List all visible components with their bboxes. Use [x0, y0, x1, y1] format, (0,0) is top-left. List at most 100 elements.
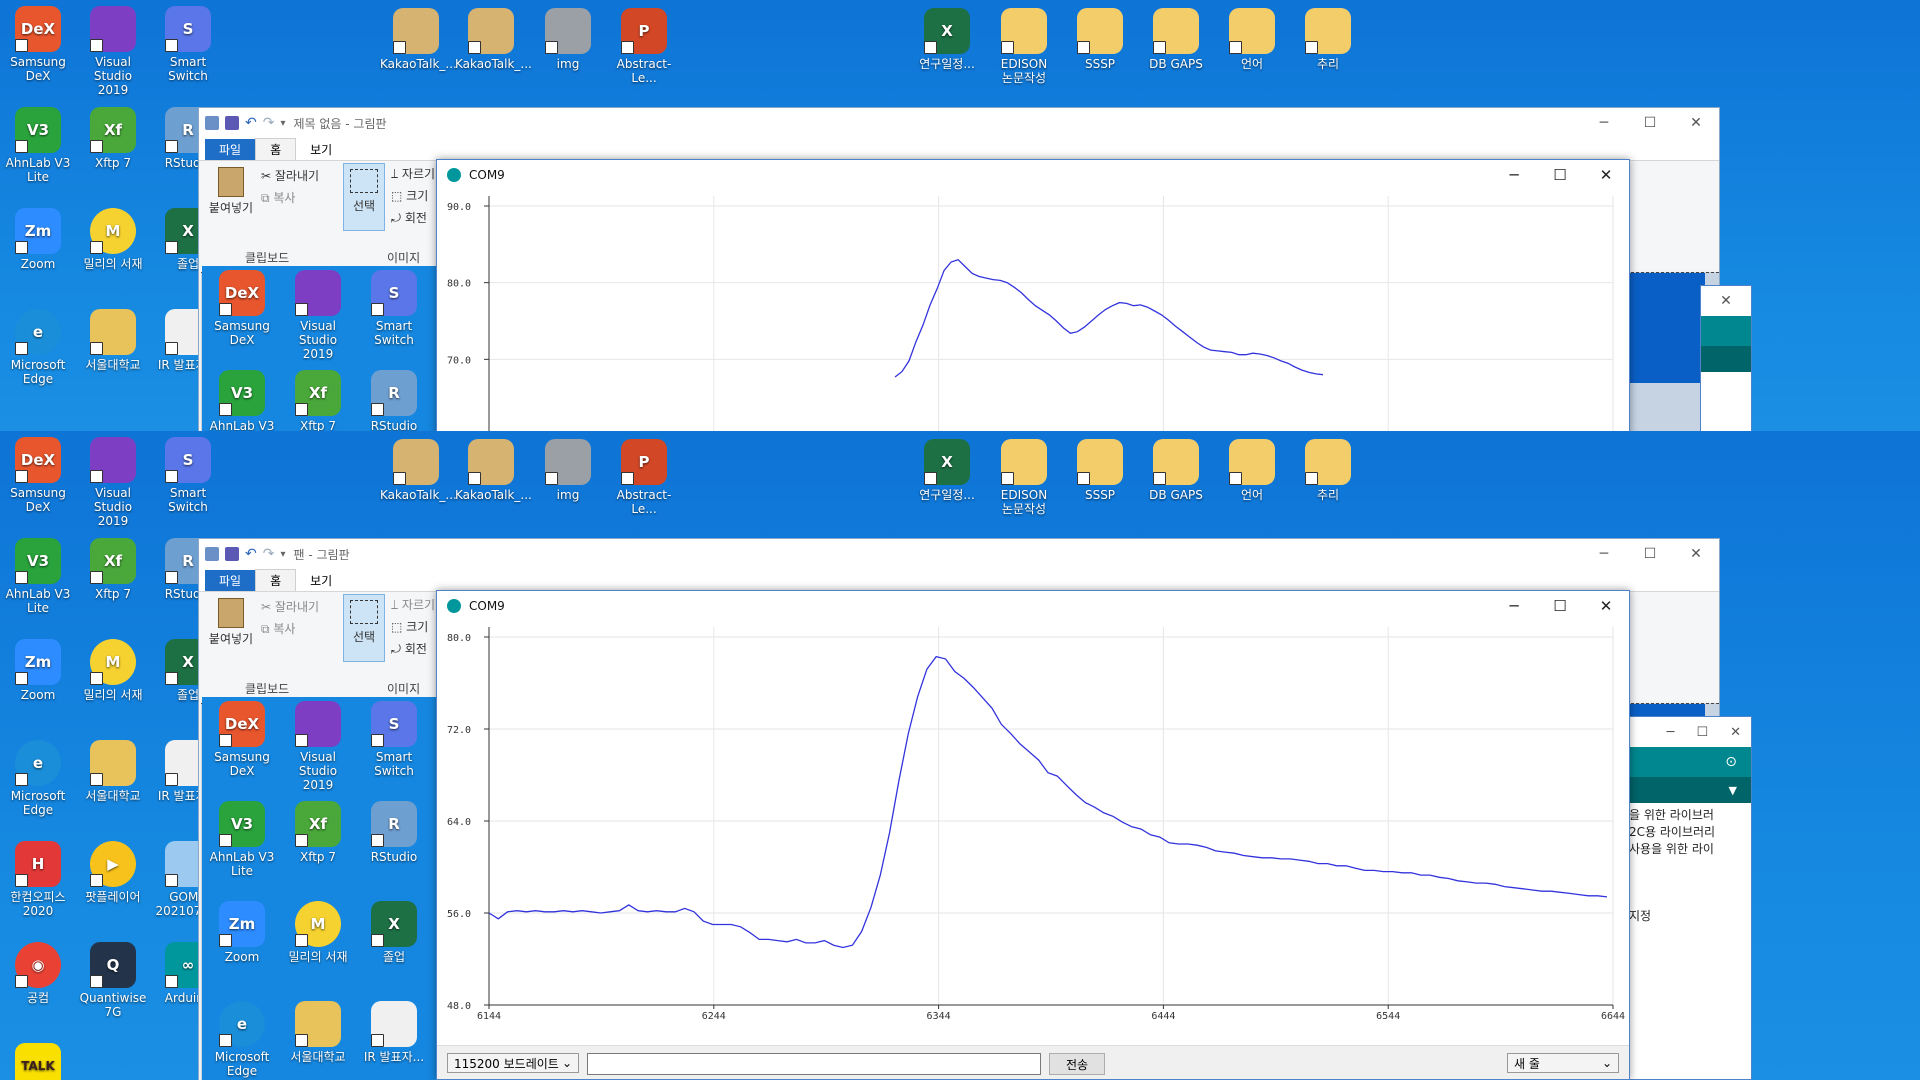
paste-button[interactable]: 붙여넣기	[207, 165, 255, 216]
desktop-icon[interactable]: 추리	[1292, 8, 1364, 71]
desktop-icon[interactable]: 추리	[1292, 439, 1364, 502]
desktop-icon[interactable]: DeX Samsung DeX	[2, 6, 74, 83]
crop-button[interactable]: ⟘ 자르기	[391, 596, 435, 613]
minimize-button[interactable]: ─	[1581, 108, 1627, 138]
resize-button[interactable]: ⬚ 크기	[391, 618, 428, 635]
undo-icon[interactable]: ↶	[245, 546, 257, 562]
copy-button[interactable]: ⧉ 복사	[261, 620, 295, 637]
desktop-icon[interactable]: R RStudio	[358, 370, 430, 431]
desktop-icon[interactable]: DeX Samsung DeX	[206, 270, 278, 347]
minimize-button[interactable]: ─	[1491, 160, 1537, 190]
rotate-button[interactable]: ⤾ 회전	[391, 640, 427, 657]
maximize-button[interactable]: ☐	[1627, 539, 1673, 569]
desktop-icon[interactable]: 서울대학교	[282, 1001, 354, 1064]
desktop-icon[interactable]: P Abstract-Le...	[608, 439, 680, 516]
desktop-icon[interactable]: 서울대학교	[77, 309, 149, 372]
crop-button[interactable]: ⟘ 자르기	[391, 165, 435, 182]
desktop-icon[interactable]: Zm Zoom	[206, 901, 278, 964]
desktop-icon[interactable]: S Smart Switch	[152, 6, 224, 83]
send-button[interactable]: 전송	[1049, 1053, 1105, 1075]
desktop-icon[interactable]: img	[532, 439, 604, 502]
desktop-icon[interactable]: TALKTALK	[2, 1043, 74, 1080]
desktop-icon[interactable]: V3 AhnLab V3 Lite	[2, 538, 74, 615]
quick-access-dropdown-icon[interactable]: ▾	[280, 118, 285, 129]
desktop-icon[interactable]: DB GAPS	[1140, 8, 1212, 71]
desktop-icon[interactable]: KakaoTalk_...	[380, 439, 457, 502]
desktop-icon[interactable]: X 연구일정...	[911, 439, 983, 502]
close-button[interactable]: ✕	[1673, 539, 1719, 569]
quick-access-dropdown-icon[interactable]: ▾	[280, 549, 285, 560]
maximize-button[interactable]: ☐	[1537, 160, 1583, 190]
close-button[interactable]: ✕	[1583, 160, 1629, 190]
desktop-icon[interactable]: KakaoTalk_...	[455, 8, 532, 71]
desktop-icon[interactable]: SSSP	[1064, 439, 1136, 502]
select-button[interactable]: 선택	[343, 163, 385, 231]
line-ending-select[interactable]: 새 줄 ⌄	[1507, 1053, 1619, 1073]
desktop-icon[interactable]: EDISON 논문작성	[988, 439, 1060, 516]
desktop-icon[interactable]: V3 AhnLab V3 Lite	[206, 801, 278, 878]
minimize-button[interactable]: ─	[1667, 725, 1675, 740]
desktop-icon[interactable]: IR 발표자...	[358, 1001, 430, 1064]
tab-home[interactable]: 홈	[255, 569, 297, 591]
desktop-icon[interactable]: e Microsoft Edge	[2, 740, 74, 817]
redo-icon[interactable]: ↷	[263, 546, 275, 562]
desktop-icon[interactable]: X 졸업	[358, 901, 430, 964]
desktop-icon[interactable]: Visual Studio 2019	[77, 6, 149, 97]
desktop-icon[interactable]: SSSP	[1064, 8, 1136, 71]
undo-icon[interactable]: ↶	[245, 115, 257, 131]
redo-icon[interactable]: ↷	[263, 115, 275, 131]
desktop-icon[interactable]: S Smart Switch	[358, 701, 430, 778]
maximize-button[interactable]: ☐	[1537, 591, 1583, 621]
desktop-icon[interactable]: ◉ 공컴	[2, 942, 74, 1005]
save-icon[interactable]	[225, 116, 239, 130]
desktop-icon[interactable]: DB GAPS	[1140, 439, 1212, 502]
minimize-button[interactable]: ─	[1491, 591, 1537, 621]
desktop-icon[interactable]: e Microsoft Edge	[2, 309, 74, 386]
desktop-icon[interactable]: EDISON 논문작성	[988, 8, 1060, 85]
desktop-icon[interactable]: Visual Studio 2019	[77, 437, 149, 528]
desktop-icon[interactable]: e Microsoft Edge	[206, 1001, 278, 1078]
desktop-icon[interactable]: Zm Zoom	[2, 639, 74, 702]
cut-button[interactable]: ✂ 잘라내기	[261, 167, 319, 184]
send-input[interactable]	[587, 1053, 1041, 1075]
desktop-icon[interactable]: Zm Zoom	[2, 208, 74, 271]
desktop-icon[interactable]: Xf Xftp 7	[77, 538, 149, 601]
desktop-icon[interactable]: img	[532, 8, 604, 71]
desktop-icon[interactable]: M 밀리의 서재	[282, 901, 354, 964]
maximize-button[interactable]: ☐	[1627, 108, 1673, 138]
desktop-icon[interactable]: ▶ 팟플레이어	[77, 841, 149, 904]
resize-button[interactable]: ⬚ 크기	[391, 187, 428, 204]
tab-view[interactable]: 보기	[296, 570, 346, 591]
desktop-icon[interactable]: S Smart Switch	[358, 270, 430, 347]
desktop-icon[interactable]: 서울대학교	[77, 740, 149, 803]
copy-button[interactable]: ⧉ 복사	[261, 189, 295, 206]
desktop-icon[interactable]: DeX Samsung DeX	[2, 437, 74, 514]
side-close-icon[interactable]: ✕	[1701, 286, 1751, 316]
desktop-icon[interactable]: M 밀리의 서재	[77, 208, 149, 271]
save-icon[interactable]	[225, 547, 239, 561]
desktop-icon[interactable]: KakaoTalk_...	[380, 8, 457, 71]
rotate-button[interactable]: ⤾ 회전	[391, 209, 427, 226]
desktop-icon[interactable]: R RStudio	[358, 801, 430, 864]
close-button[interactable]: ✕	[1583, 591, 1629, 621]
desktop-icon[interactable]: H 한컴오피스 2020	[2, 841, 74, 918]
desktop-icon[interactable]: Visual Studio 2019	[282, 701, 354, 792]
desktop-icon[interactable]: Visual Studio 2019	[282, 270, 354, 361]
tab-home[interactable]: 홈	[255, 138, 297, 160]
desktop-icon[interactable]: 언어	[1216, 8, 1288, 71]
serial-monitor-icon[interactable]: ⊙	[1725, 754, 1737, 770]
maximize-button[interactable]: ☐	[1696, 725, 1708, 740]
desktop-icon[interactable]: P Abstract-Le...	[608, 8, 680, 85]
desktop-icon[interactable]: V3 AhnLab V3 Lite	[2, 107, 74, 184]
paste-button[interactable]: 붙여넣기	[207, 596, 255, 647]
desktop-icon[interactable]: M 밀리의 서재	[77, 639, 149, 702]
desktop-icon[interactable]: 언어	[1216, 439, 1288, 502]
desktop-icon[interactable]: KakaoTalk_...	[455, 439, 532, 502]
desktop-icon[interactable]: X 연구일정...	[911, 8, 983, 71]
desktop-icon[interactable]: Q Quantiwise 7G	[77, 942, 149, 1019]
desktop-icon[interactable]: Xf Xftp 7	[77, 107, 149, 170]
desktop-icon[interactable]: Xf Xftp 7	[282, 801, 354, 864]
desktop-icon[interactable]: S Smart Switch	[152, 437, 224, 514]
desktop-icon[interactable]: Xf Xftp 7	[282, 370, 354, 431]
close-button[interactable]: ✕	[1730, 725, 1741, 740]
